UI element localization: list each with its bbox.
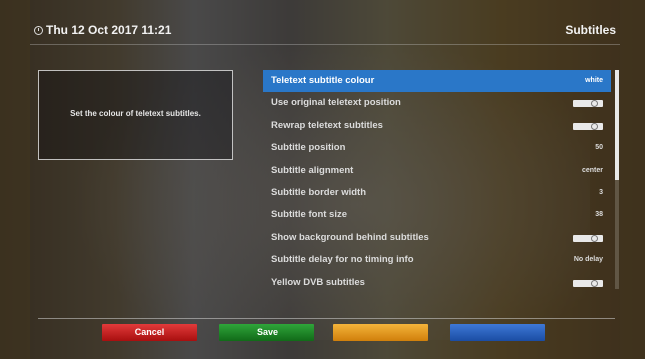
scrollbar-thumb[interactable] (615, 70, 619, 180)
page-title: Subtitles (565, 23, 616, 37)
menu-item-label: Subtitle border width (271, 186, 366, 198)
menu-item-value: 50 (595, 144, 603, 152)
help-text: Set the colour of teletext subtitles. (70, 109, 201, 118)
blue-button[interactable] (450, 324, 545, 341)
toggle-switch[interactable] (573, 234, 603, 242)
menu-item-label: Subtitle font size (271, 209, 347, 221)
menu-item-value: No delay (573, 256, 603, 264)
toggle-switch[interactable] (573, 279, 603, 287)
save-button-label: Save (257, 327, 279, 337)
divider (38, 318, 615, 319)
menu-item-subtitle-delay-for-no-timing-info[interactable]: Subtitle delay for no timing info No del… (263, 249, 611, 271)
toggle-switch[interactable] (573, 122, 603, 130)
clock-icon (34, 26, 43, 35)
menu-item-label: Rewrap teletext subtitles (271, 119, 383, 131)
menu-item-show-background-behind-subtitles[interactable]: Show background behind subtitles (263, 227, 611, 249)
settings-menu: Teletext subtitle colour white Use origi… (263, 70, 611, 294)
cancel-button[interactable]: Cancel (102, 324, 197, 341)
menu-item-label: Yellow DVB subtitles (271, 276, 365, 288)
menu-item-label: Show background behind subtitles (271, 231, 429, 243)
menu-item-label: Teletext subtitle colour (271, 75, 375, 86)
menu-item-subtitle-alignment[interactable]: Subtitle alignment center (263, 160, 611, 182)
osd-overlay: Thu 12 Oct 2017 11:21 Subtitles Set the … (0, 0, 645, 359)
menu-item-rewrap-teletext-subtitles[interactable]: Rewrap teletext subtitles (263, 115, 611, 137)
menu-item-teletext-subtitle-colour[interactable]: Teletext subtitle colour white (263, 70, 611, 93)
scrollbar[interactable] (615, 70, 619, 289)
menu-item-label: Subtitle position (271, 142, 346, 154)
save-button[interactable]: Save (219, 324, 314, 341)
top-bar: Thu 12 Oct 2017 11:21 Subtitles (30, 18, 620, 45)
toggle-knob (591, 100, 598, 108)
menu-item-value: 38 (595, 211, 603, 219)
toggle-switch[interactable] (573, 100, 603, 108)
cancel-button-label: Cancel (134, 327, 165, 337)
menu-item-subtitle-border-width[interactable]: Subtitle border width 3 (263, 182, 611, 204)
menu-item-label: Subtitle alignment (271, 164, 354, 176)
menu-item-label: Use original teletext position (271, 97, 401, 109)
menu-item-subtitle-font-size[interactable]: Subtitle font size 38 (263, 204, 611, 226)
menu-item-value: center (581, 166, 603, 174)
help-panel: Set the colour of teletext subtitles. (38, 70, 233, 160)
menu-item-label: Subtitle delay for no timing info (271, 254, 414, 266)
menu-item-yellow-dvb-subtitles[interactable]: Yellow DVB subtitles (263, 272, 611, 294)
toggle-knob (591, 279, 598, 287)
datetime: Thu 12 Oct 2017 11:21 (46, 23, 172, 37)
yellow-button[interactable] (333, 324, 428, 341)
menu-item-value: white (585, 77, 603, 84)
toggle-knob (591, 122, 598, 130)
menu-item-use-original-teletext-position[interactable]: Use original teletext position (263, 92, 611, 114)
menu-item-subtitle-position[interactable]: Subtitle position 50 (263, 137, 611, 159)
menu-item-value: 3 (599, 188, 603, 196)
toggle-knob (591, 234, 598, 242)
